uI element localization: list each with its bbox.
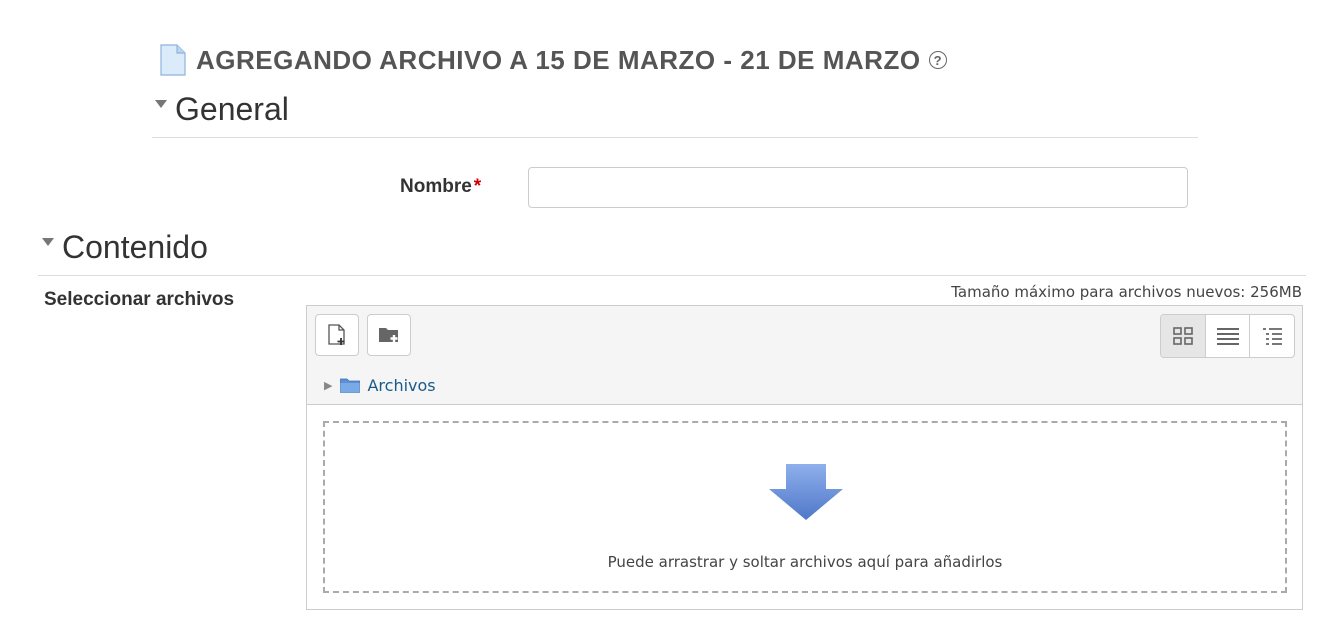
path-bar: ▶ Archivos bbox=[307, 366, 1302, 405]
list-view-button[interactable] bbox=[1204, 315, 1250, 357]
section-general-toggle[interactable]: General bbox=[155, 88, 289, 130]
caret-down-icon bbox=[42, 238, 54, 246]
file-icon bbox=[160, 44, 186, 76]
section-contenido-title: Contenido bbox=[62, 228, 208, 265]
folder-icon bbox=[340, 378, 361, 393]
icons-view-button[interactable] bbox=[1161, 315, 1205, 357]
add-file-button[interactable] bbox=[315, 314, 359, 356]
required-marker: * bbox=[473, 176, 482, 197]
create-folder-button[interactable] bbox=[367, 314, 411, 356]
help-icon[interactable]: ? bbox=[928, 51, 947, 69]
max-size-text: Tamaño máximo para archivos nuevos: 256M… bbox=[951, 283, 1302, 301]
expand-arrow-icon[interactable]: ▶ bbox=[324, 379, 332, 392]
section-contenido-toggle[interactable]: Contenido bbox=[42, 226, 208, 268]
tree-view-button[interactable] bbox=[1249, 315, 1294, 357]
caret-down-icon bbox=[155, 100, 167, 108]
divider bbox=[152, 137, 1198, 138]
tree-icon bbox=[1263, 328, 1283, 345]
grid-icon bbox=[1173, 327, 1193, 345]
down-arrow-icon bbox=[769, 464, 843, 520]
nombre-label: Nombre * bbox=[400, 176, 481, 198]
add-file-icon bbox=[328, 324, 345, 345]
page-title: AGREGANDO ARCHIVO A 15 DE MARZO - 21 DE … bbox=[196, 44, 921, 75]
path-root-link[interactable]: Archivos bbox=[367, 376, 435, 395]
create-folder-icon bbox=[379, 328, 398, 342]
dropzone[interactable]: Puede arrastrar y soltar archivos aquí p… bbox=[323, 421, 1287, 593]
file-manager-toolbar bbox=[307, 306, 1302, 367]
select-files-label: Seleccionar archivos bbox=[44, 289, 235, 310]
page-heading: AGREGANDO ARCHIVO A 15 DE MARZO - 21 DE … bbox=[160, 42, 947, 78]
list-icon bbox=[1216, 328, 1239, 345]
nombre-label-text: Nombre bbox=[400, 176, 472, 197]
view-switcher bbox=[1160, 314, 1295, 358]
dropzone-text: Puede arrastrar y soltar archivos aquí p… bbox=[607, 553, 1003, 571]
file-manager: ▶ Archivos Puede arrastrar y soltar arch… bbox=[306, 305, 1303, 610]
section-general-title: General bbox=[175, 90, 289, 127]
divider bbox=[38, 275, 1306, 276]
nombre-input[interactable] bbox=[528, 167, 1188, 208]
